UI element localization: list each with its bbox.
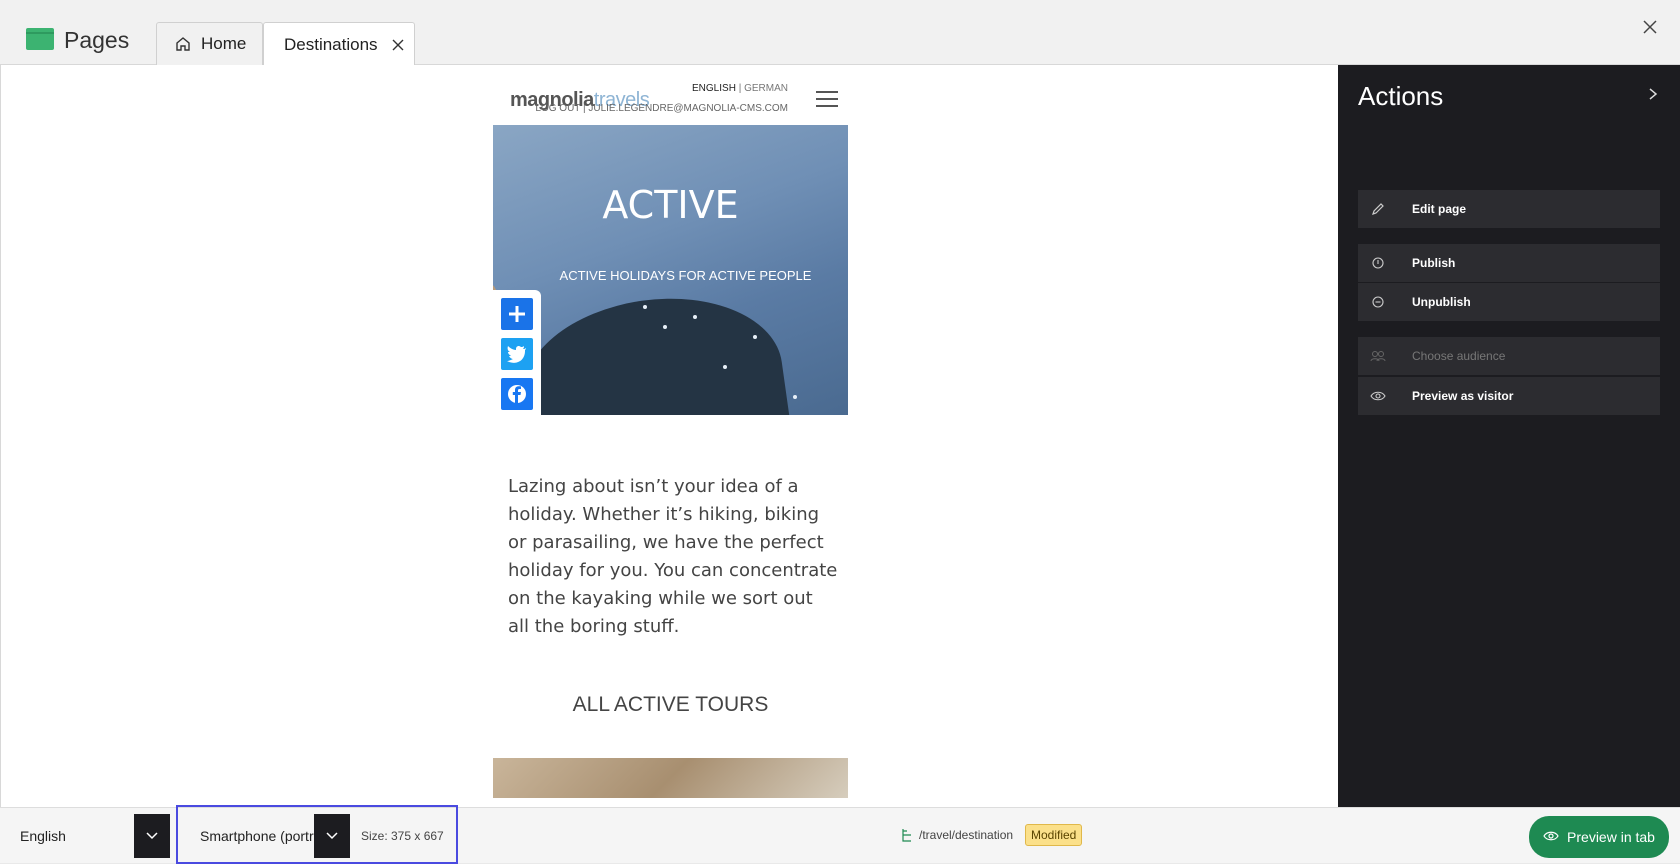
page-preview-area: magnoliatravels ENGLISH | GERMAN LOG OUT… — [0, 65, 1338, 807]
app-title: Pages — [64, 27, 130, 53]
choose-audience-label: Choose audience — [1412, 349, 1506, 363]
lang-english-link[interactable]: ENGLISH — [692, 83, 736, 94]
tab-home[interactable]: Home — [156, 22, 263, 65]
hero-rock-shape — [513, 282, 793, 415]
device-select-value: Smartphone (portrait) — [200, 828, 314, 844]
splash-dot — [753, 335, 757, 339]
tab-destinations[interactable]: Destinations — [263, 22, 415, 66]
edit-page-label: Edit page — [1412, 202, 1467, 216]
chevron-right-icon[interactable] — [1648, 87, 1660, 105]
choose-audience-button: Choose audience — [1358, 337, 1660, 375]
splash-dot — [643, 305, 647, 309]
hero-title: ACTIVE — [602, 183, 739, 227]
lang-separator: | — [738, 83, 742, 94]
edit-page-button[interactable]: Edit page — [1358, 190, 1660, 228]
device-frame: magnoliatravels ENGLISH | GERMAN LOG OUT… — [493, 65, 848, 798]
tour-image[interactable] — [493, 758, 848, 798]
app-window: Pages Home Destinations magnoliatravels — [0, 0, 1680, 864]
tours-heading: ALL ACTIVE TOURS — [572, 693, 769, 716]
close-icon[interactable] — [392, 39, 404, 51]
tree-icon — [901, 828, 913, 842]
chevron-down-icon[interactable] — [134, 814, 170, 858]
device-size-label: Size: 375 x 667 — [361, 829, 444, 843]
splash-dot — [693, 315, 697, 319]
hero-image: ACTIVE ACTIVE HOLIDAYS FOR ACTIVE PEOPLE — [493, 125, 848, 415]
hero-subtitle: ACTIVE HOLIDAYS FOR ACTIVE PEOPLE — [559, 268, 812, 283]
publish-label: Publish — [1412, 256, 1456, 270]
language-select-value: English — [20, 828, 66, 844]
actions-title: Actions — [1358, 81, 1444, 111]
unpublish-icon — [1358, 296, 1398, 308]
preview-in-tab-label: Preview in tab — [1567, 829, 1655, 845]
add-share-icon[interactable] — [501, 298, 533, 330]
splash-dot — [663, 325, 667, 329]
top-bar: Pages Home Destinations — [0, 0, 1680, 66]
eye-icon — [1358, 390, 1398, 402]
tab-destinations-label: Destinations — [284, 34, 378, 54]
footer-bar: English Smartphone (portrait) Size: 375 … — [0, 805, 1680, 864]
page-path-text: /travel/destination — [919, 828, 1014, 842]
page-path: /travel/destination — [901, 828, 1013, 842]
window-close-icon[interactable] — [1643, 20, 1661, 38]
actions-panel: Actions Edit page Publish Unpublish Choo… — [1338, 65, 1680, 807]
intro-paragraph: Lazing about isn’t your idea of a holida… — [508, 476, 838, 637]
publish-icon — [1358, 257, 1398, 269]
preview-as-visitor-button[interactable]: Preview as visitor — [1358, 377, 1660, 415]
tab-home-label: Home — [201, 34, 247, 53]
unpublish-label: Unpublish — [1412, 295, 1471, 309]
preview-as-visitor-label: Preview as visitor — [1412, 389, 1514, 403]
preview-in-tab-button[interactable]: Preview in tab — [1529, 816, 1669, 858]
pages-app-icon — [26, 28, 54, 50]
home-icon — [175, 36, 191, 52]
share-bar — [493, 290, 541, 415]
hamburger-menu-icon[interactable] — [816, 91, 838, 107]
audience-icon — [1358, 350, 1398, 362]
twitter-icon[interactable] — [501, 338, 533, 370]
lang-german-link[interactable]: GERMAN — [744, 83, 788, 94]
chevron-down-icon[interactable] — [314, 814, 350, 858]
status-badge: Modified — [1025, 824, 1083, 846]
facebook-icon[interactable] — [501, 378, 533, 410]
language-select[interactable]: English — [20, 814, 170, 858]
logout-user-line[interactable]: LOG OUT | JULIE.LEGENDRE@MAGNOLIA-CMS.CO… — [535, 103, 788, 114]
language-switcher: ENGLISH | GERMAN — [692, 83, 788, 94]
splash-dot — [793, 395, 797, 399]
device-select[interactable]: Smartphone (portrait) — [200, 814, 350, 858]
eye-icon — [1543, 830, 1559, 844]
unpublish-button[interactable]: Unpublish — [1358, 283, 1660, 321]
site-header: magnoliatravels ENGLISH | GERMAN LOG OUT… — [493, 65, 848, 125]
splash-dot — [723, 365, 727, 369]
pencil-icon — [1358, 202, 1398, 216]
publish-button[interactable]: Publish — [1358, 244, 1660, 282]
